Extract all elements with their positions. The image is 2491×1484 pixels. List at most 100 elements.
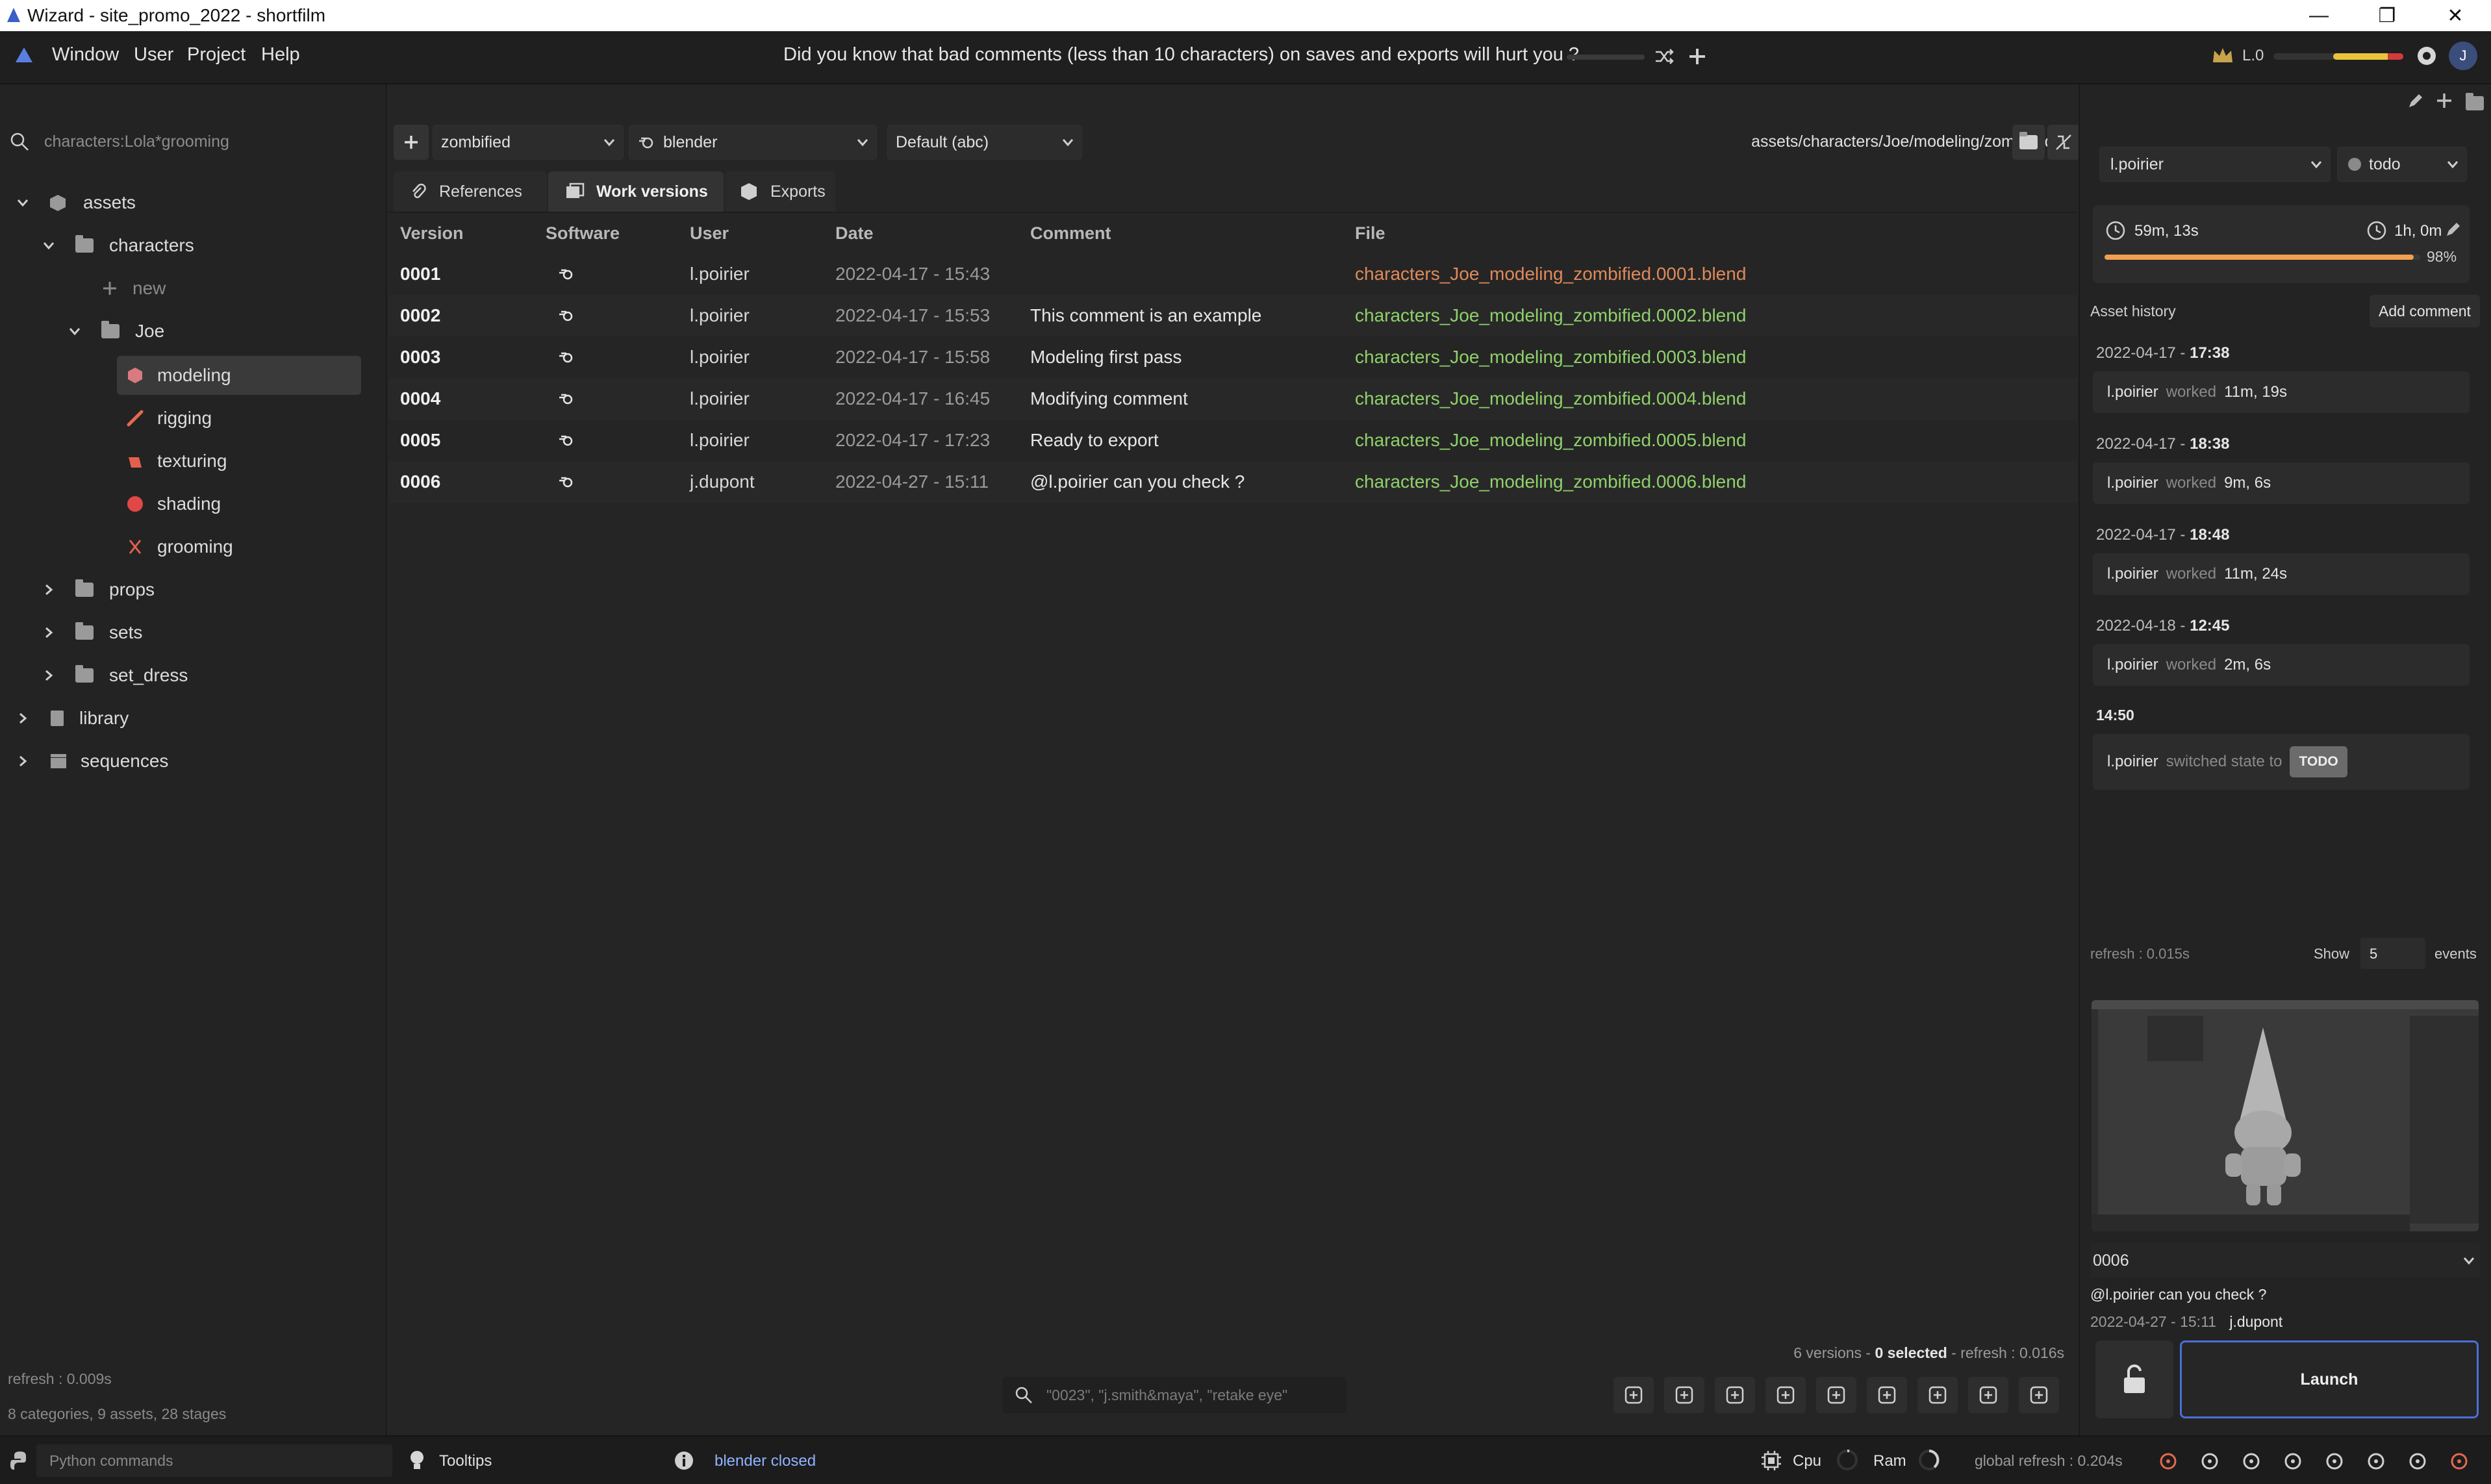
software-select[interactable]: blender <box>629 125 877 160</box>
tree-item-texturing[interactable]: texturing <box>126 442 227 481</box>
assignee-select[interactable]: l.poirier <box>2099 147 2331 182</box>
file-cell[interactable]: characters_Joe_modeling_zombified.0004.b… <box>1355 388 1746 409</box>
tree-item-assets[interactable]: assets <box>16 183 136 222</box>
plus-icon[interactable] <box>2434 91 2454 110</box>
col-user[interactable]: User <box>690 223 729 244</box>
tree-item-modeling[interactable]: modeling <box>117 356 361 395</box>
avatar[interactable]: J <box>2449 42 2477 70</box>
state-select[interactable]: todo <box>2337 147 2467 182</box>
blank-button[interactable] <box>1968 1377 2008 1413</box>
software-cell <box>557 431 575 449</box>
open-folder-button[interactable] <box>2012 125 2045 160</box>
tree-item-grooming[interactable]: grooming <box>126 527 233 566</box>
tree-item-props[interactable]: props <box>42 570 155 609</box>
upload-box-button[interactable] <box>1664 1377 1704 1413</box>
table-row[interactable]: 0003 l.poirier 2022-04-17 - 15:58 Modeling … <box>388 336 2077 378</box>
maximize-button[interactable]: ❐ <box>2351 0 2423 31</box>
menu-user[interactable]: User <box>134 44 173 66</box>
tree-item-rigging[interactable]: rigging <box>126 399 212 438</box>
tab-work-versions[interactable]: Work versions <box>548 171 724 212</box>
table-row[interactable]: 0002 l.poirier 2022-04-17 - 15:53 This comm… <box>388 295 2077 336</box>
tree-item-characters[interactable]: characters <box>42 226 194 265</box>
table-row[interactable]: 0005 l.poirier 2022-04-17 - 17:23 Ready to … <box>388 420 2077 461</box>
tab-references[interactable]: References <box>394 171 547 212</box>
file-cell[interactable]: characters_Joe_modeling_zombified.0003.b… <box>1355 347 1746 368</box>
add-variant-button[interactable] <box>394 125 429 160</box>
version-cell: 0001 <box>400 264 441 284</box>
tip-slider[interactable] <box>1567 55 1645 60</box>
tree-item-library[interactable]: library <box>16 699 129 738</box>
run-button[interactable] <box>2316 1443 2353 1479</box>
tab-exports[interactable]: Exports <box>725 171 835 212</box>
history-entry: l.poirier worked 9m, 6s <box>2093 462 2470 504</box>
blank-icon <box>1979 1386 1997 1404</box>
refresh-button[interactable] <box>2192 1443 2228 1479</box>
col-software[interactable]: Software <box>546 223 620 244</box>
tree-item-shading[interactable]: shading <box>126 484 221 523</box>
rocket-button[interactable] <box>1816 1377 1856 1413</box>
paperclip-icon <box>412 183 426 199</box>
folder-icon[interactable] <box>2466 93 2484 110</box>
add-comment-button[interactable]: Add comment <box>2370 295 2480 327</box>
minimize-button[interactable]: — <box>2283 0 2355 31</box>
variant-select[interactable]: zombified <box>433 125 624 160</box>
folder-sync-button[interactable] <box>2047 125 2080 160</box>
table-row[interactable]: 0001 l.poirier 2022-04-17 - 15:43 character… <box>388 253 2077 295</box>
menu-help[interactable]: Help <box>261 44 300 66</box>
feed-button[interactable] <box>2150 1443 2186 1479</box>
file-cell[interactable]: characters_Joe_modeling_zombified.0002.b… <box>1355 305 1746 326</box>
plus-icon <box>405 136 418 149</box>
file-cell[interactable]: characters_Joe_modeling_zombified.0005.b… <box>1355 430 1746 451</box>
history-entry: l.poirier worked 2m, 6s <box>2093 644 2470 686</box>
dashboard-button[interactable] <box>2399 1443 2436 1479</box>
lock-button[interactable] <box>2095 1340 2173 1418</box>
history-date: 2022-04-18 - 12:45 <box>2096 617 2230 635</box>
lock-button[interactable] <box>2275 1443 2311 1479</box>
gnome-model-icon <box>2225 1027 2301 1205</box>
col-file[interactable]: File <box>1355 223 1385 244</box>
tree-item-sets[interactable]: sets <box>42 613 142 652</box>
plus-icon <box>103 282 116 295</box>
settings-icon[interactable] <box>2415 44 2438 68</box>
tree-item-new[interactable]: new <box>101 269 166 308</box>
clock-button[interactable] <box>2358 1443 2394 1479</box>
tree-item-sequences[interactable]: sequences <box>16 742 168 781</box>
add-tip-icon[interactable] <box>1686 45 1708 68</box>
menu-project[interactable]: Project <box>187 44 246 66</box>
snapshot-button[interactable] <box>1613 1377 1654 1413</box>
file-cell[interactable]: characters_Joe_modeling_zombified.0001.b… <box>1355 264 1746 284</box>
upload-button[interactable] <box>1715 1377 1755 1413</box>
sliders-button[interactable] <box>2233 1443 2270 1479</box>
python-command-input[interactable]: Python commands <box>36 1444 392 1477</box>
tree-item-set-dress[interactable]: set_dress <box>42 656 188 695</box>
menu-window[interactable]: Window <box>52 44 119 66</box>
table-row[interactable]: 0006 j.dupont 2022-04-27 - 15:11 @l.poirier… <box>388 461 2077 503</box>
col-comment[interactable]: Comment <box>1030 223 1111 244</box>
launch-button[interactable]: Launch <box>2180 1340 2479 1418</box>
shuffle-icon[interactable] <box>1653 45 1675 68</box>
export-set-select[interactable]: Default (abc) <box>887 125 1082 160</box>
file-cell[interactable]: characters_Joe_modeling_zombified.0006.b… <box>1355 472 1746 492</box>
table-row[interactable]: 0004 l.poirier 2022-04-17 - 16:45 Modifying… <box>388 378 2077 420</box>
delete-button[interactable] <box>2019 1377 2059 1413</box>
show-events-input[interactable]: 5 <box>2360 938 2425 969</box>
version-thumbnail[interactable] <box>2092 1000 2479 1231</box>
col-date[interactable]: Date <box>835 223 874 244</box>
status-bar: Python commands Tooltips blender closed … <box>0 1435 2491 1484</box>
pencil-icon[interactable] <box>2406 91 2425 110</box>
comment-button[interactable] <box>1765 1377 1806 1413</box>
tooltips-toggle[interactable]: Tooltips <box>439 1452 492 1470</box>
add-version-button[interactable] <box>1917 1377 1958 1413</box>
edit-estimate-icon[interactable] <box>2444 220 2463 239</box>
tree-search-input[interactable]: characters:Lola*grooming <box>44 132 229 151</box>
version-cell: 0004 <box>400 388 441 409</box>
copy-button[interactable] <box>1867 1377 1907 1413</box>
version-select[interactable]: 0006 <box>2090 1243 2480 1278</box>
col-version[interactable]: Version <box>400 223 464 244</box>
history-time: 14:50 <box>2096 707 2134 723</box>
notification-button[interactable] <box>2441 1443 2477 1479</box>
close-button[interactable]: ✕ <box>2420 0 2491 31</box>
stack-icon <box>566 182 585 198</box>
tree-item-joe[interactable]: Joe <box>68 312 164 351</box>
version-search-input[interactable]: "0023", "j.smith&maya", "retake eye" <box>1002 1377 1347 1413</box>
